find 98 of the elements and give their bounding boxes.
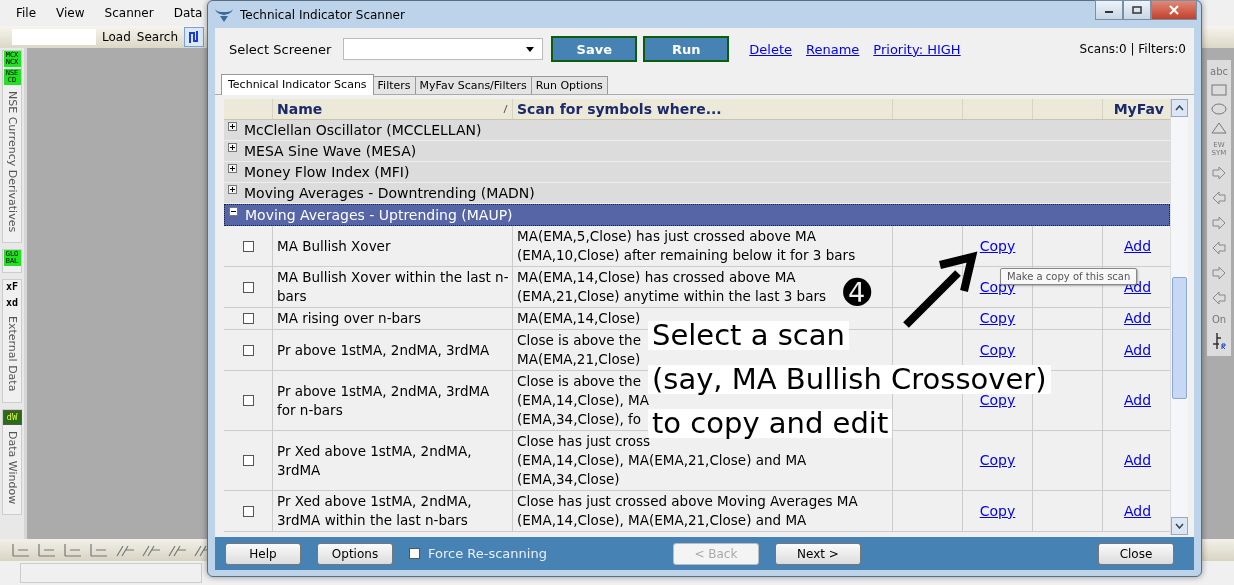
link[interactable]: Rename [806, 41, 860, 57]
action-button[interactable]: Save [551, 36, 638, 62]
minimize-button[interactable] [1095, 0, 1123, 20]
symbol-field[interactable] [12, 29, 96, 45]
add-link[interactable]: Add [1123, 451, 1152, 470]
expand-icon[interactable] [228, 164, 237, 173]
maximize-icon [1132, 5, 1142, 14]
link[interactable]: Delete [749, 41, 792, 57]
group-row[interactable]: Moving Averages - Downtrending (MADN) [224, 183, 1171, 204]
checkbox[interactable] [242, 281, 254, 293]
checkbox[interactable] [242, 344, 254, 356]
arrow-tool-icon[interactable] [1210, 239, 1228, 257]
checkbox-label: Force Re-scanning [428, 546, 547, 561]
menu-item[interactable]: View [56, 6, 85, 20]
link[interactable]: Priority: HIGH [873, 41, 961, 57]
menu-item[interactable]: Data [173, 6, 203, 20]
panel-label[interactable]: External Data [5, 312, 19, 396]
scan-condition: Close has just crossed above Moving Averages MA (EMA,14,Close), MA(EMA,21,Close) and MA [513, 491, 893, 531]
checkbox[interactable] [242, 505, 254, 517]
triangle-tool-icon[interactable] [1211, 122, 1227, 134]
group-row[interactable]: Moving Averages - Uptrending (MAUP) [224, 204, 1171, 226]
copy-link[interactable]: Copy [979, 391, 1016, 410]
nav-button[interactable]: Next > [774, 542, 861, 565]
scan-name: MA rising over n-bars [273, 308, 513, 329]
tab[interactable]: Technical Indicator Scans [221, 74, 374, 95]
scan-name: MA Bullish Xover [273, 226, 513, 266]
add-link[interactable]: Add [1123, 340, 1152, 360]
copy-link[interactable]: Copy [979, 501, 1016, 521]
arrow-tool-icon[interactable] [1210, 264, 1228, 282]
checkbox[interactable] [242, 395, 254, 406]
tab[interactable]: Run Options [530, 76, 608, 94]
maximize-button[interactable] [1123, 0, 1151, 20]
toggle-tool[interactable]: On [1211, 314, 1227, 325]
step-number: ➍ [843, 273, 872, 311]
arrow-tool-icon[interactable] [1210, 164, 1228, 182]
group-row[interactable]: Money Flow Index (MFI) [224, 162, 1171, 183]
panel-badge[interactable]: xd [3, 296, 21, 311]
expand-icon[interactable] [228, 143, 237, 152]
dropdown-arrow-icon [526, 46, 535, 52]
scan-name: MA Bullish Xover within the last n- bars [273, 267, 513, 307]
scan-name: Pr Xed above 1stMA, 2ndMA, 3rdMA [273, 431, 513, 490]
footer-button[interactable]: Options [317, 542, 393, 565]
arrow-tool-icon[interactable] [1210, 214, 1228, 232]
scroll-thumb[interactable] [1172, 277, 1187, 399]
tab[interactable]: Filters [372, 76, 416, 94]
arrow-tool-icon[interactable] [1210, 189, 1228, 207]
add-link[interactable]: Add [1123, 501, 1152, 521]
close-button[interactable]: Close [1098, 542, 1174, 565]
footer-button[interactable]: Help [225, 542, 301, 565]
action-button[interactable]: Run [643, 36, 730, 62]
panel-label[interactable]: NSE Currency Derivatives [5, 87, 19, 237]
tab[interactable]: MyFav Scans/Filters [414, 76, 532, 94]
close-button[interactable] [1151, 0, 1197, 20]
toolbar-button[interactable]: Load [102, 30, 131, 44]
add-link[interactable]: Add [1123, 391, 1152, 410]
group-row[interactable]: MESA Sine Wave (MESA) [224, 141, 1171, 162]
collapse-icon[interactable] [229, 207, 238, 216]
checkbox[interactable] [409, 548, 420, 559]
sort-icon [503, 105, 508, 113]
chart-tool-icon[interactable] [184, 27, 205, 47]
window-title: Technical Indicator Scanner [240, 7, 405, 22]
scan-name: Pr above 1stMA, 2ndMA, 3rdMA [273, 330, 513, 370]
checkbox[interactable] [242, 455, 254, 466]
menu-item[interactable]: Scanner [104, 6, 154, 20]
menu-item[interactable]: File [16, 6, 37, 20]
add-link[interactable]: Add [1123, 236, 1152, 256]
checkbox[interactable] [242, 240, 254, 252]
group-row[interactable]: McClellan Oscillator (MCCLELLAN) [224, 120, 1171, 141]
scrollbar[interactable] [1170, 99, 1188, 535]
panel-badge[interactable]: dW [2, 409, 22, 425]
checkbox[interactable] [242, 313, 254, 324]
panel-label[interactable]: Data Window [5, 426, 19, 508]
tooltip: Make a copy of this scan [1000, 268, 1138, 285]
chart-tool-icon[interactable] [1211, 332, 1227, 350]
copy-link[interactable]: Copy [979, 340, 1016, 360]
expand-icon[interactable] [228, 122, 237, 131]
expand-icon[interactable] [228, 185, 237, 194]
arrow-tool-icon[interactable] [1210, 289, 1228, 307]
copy-link[interactable]: Copy [979, 451, 1016, 470]
column-header[interactable]: Name [277, 101, 323, 117]
copy-link[interactable]: Copy [979, 236, 1016, 256]
column-header[interactable]: MyFav [1113, 101, 1164, 117]
add-link[interactable]: Add [1123, 309, 1152, 328]
column-header[interactable]: Scan for symbols where... [517, 101, 722, 117]
panel-badge[interactable]: xF [3, 280, 21, 295]
scan-name: Pr above 1stMA, 2ndMA, 3rdMA for n-bars [273, 371, 513, 430]
copy-link[interactable]: Copy [979, 309, 1016, 328]
screener-dropdown[interactable] [343, 38, 544, 60]
toolbar-button[interactable]: Search [136, 30, 179, 44]
scan-count: Scans:0 | Filters:0 [1079, 42, 1186, 56]
scan-name: Pr Xed above 1stMA, 2ndMA, 3rdMA within the last n-bars [273, 491, 513, 531]
close-icon [1168, 4, 1180, 15]
scroll-up-icon [1175, 105, 1184, 111]
scan-condition: MA(EMA,5,Close) has just crossed above MA (EMA,10,Close) after remaining below it for 3 bars [513, 226, 893, 266]
screener-label: Select Screener [229, 41, 332, 57]
rectangle-tool-icon[interactable] [1211, 84, 1227, 96]
scroll-down-icon [1175, 523, 1184, 529]
ellipse-tool-icon[interactable] [1211, 103, 1227, 115]
